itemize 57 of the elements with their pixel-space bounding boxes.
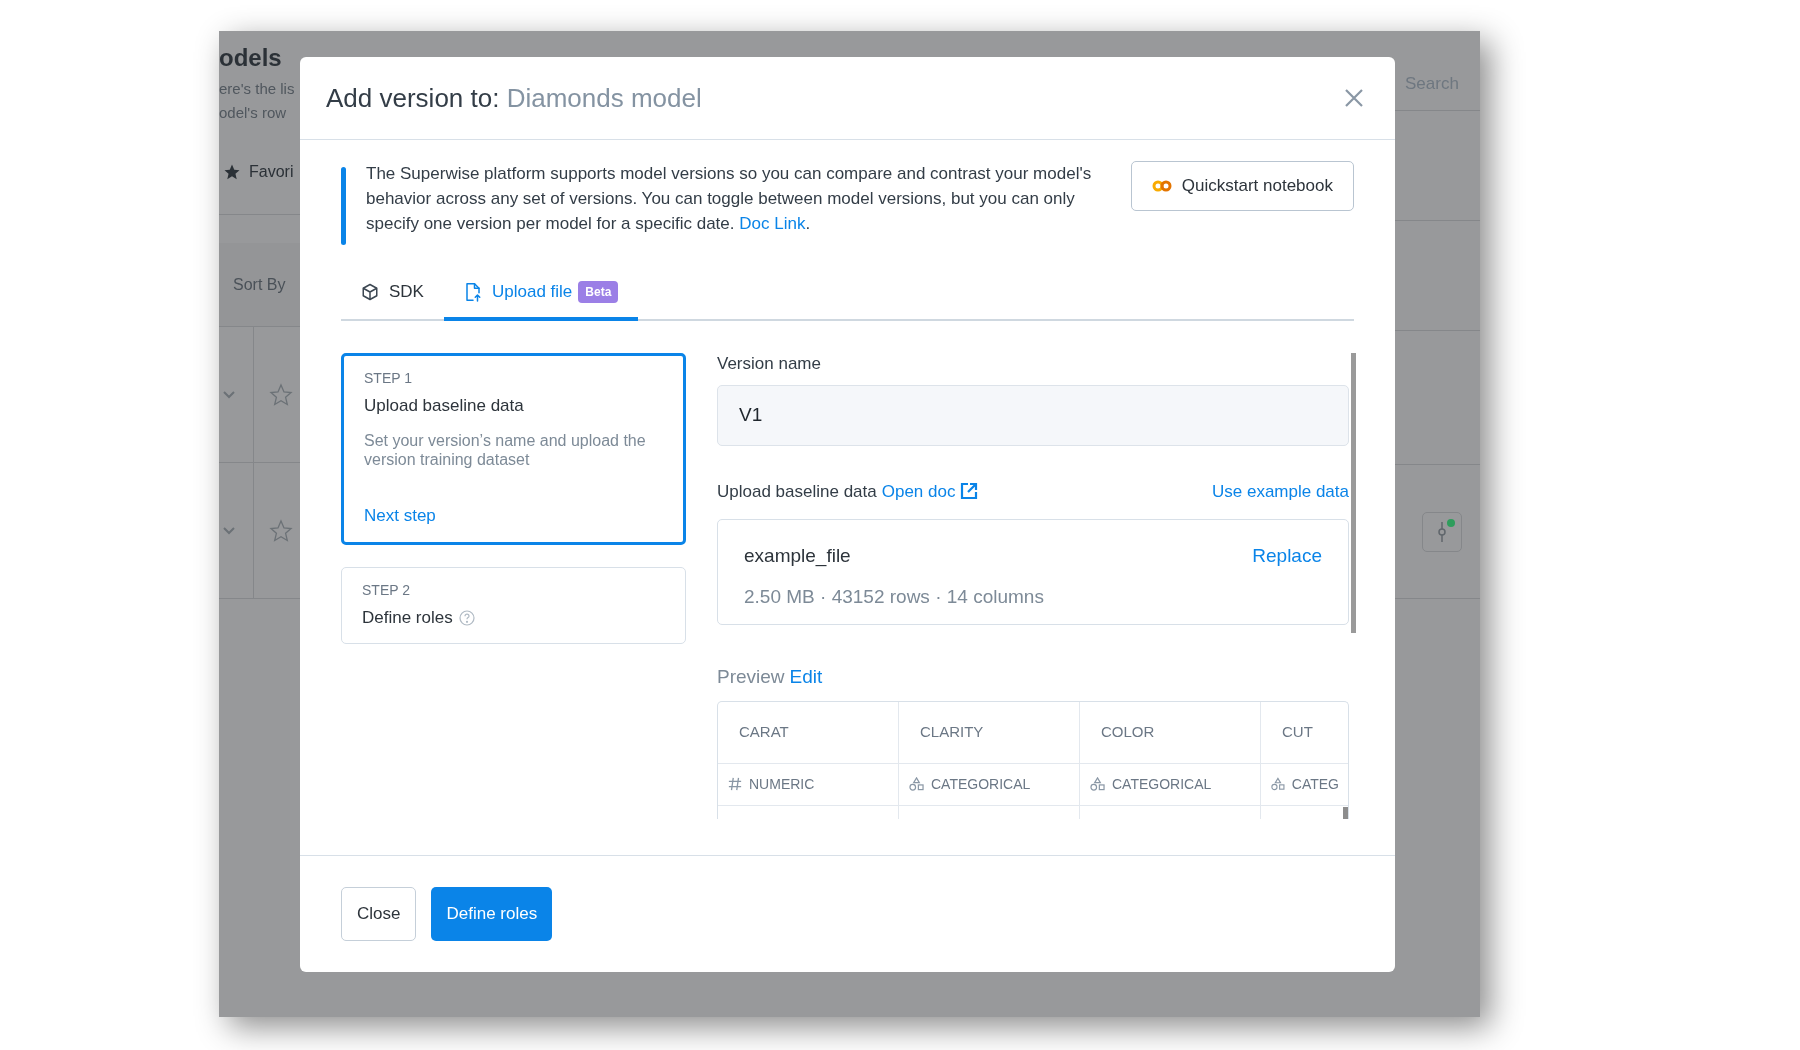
icon-button[interactable] (1422, 511, 1462, 552)
shapes-icon (1090, 777, 1105, 791)
step-description: Set your version’s name and upload the version training dataset (364, 430, 647, 469)
step-title: Upload baseline data (364, 395, 524, 417)
tab[interactable]: Upload file Beta (443, 267, 639, 321)
upload-label: Upload baseline data (717, 480, 877, 503)
external-link-icon (960, 482, 979, 501)
step-card[interactable]: STEP 2 Define roles (341, 567, 686, 644)
chevron-down-icon (222, 389, 236, 400)
step-title: Define roles (362, 607, 453, 629)
column-header: COLOR (1080, 701, 1260, 764)
shapes-icon (909, 777, 924, 791)
preview-label: Preview (717, 665, 785, 689)
tab[interactable]: SDK (341, 267, 444, 321)
star-outline-icon[interactable] (269, 518, 293, 543)
quickstart-notebook-button[interactable]: Quickstart notebook (1130, 161, 1354, 211)
commit-icon (1436, 519, 1448, 544)
star-icon (223, 163, 241, 181)
replace-link[interactable]: Replace (1252, 542, 1322, 571)
next-step-link[interactable]: Next step (364, 502, 663, 528)
page-title: odels (219, 43, 283, 73)
file-upload-icon (463, 282, 482, 302)
info-text: The Superwise platform supports model versions so you can compare and contrast your model's behavior across any set of versions. You can toggle between model versions, but you can only specify one version per model for a specific date. Doc Link. (366, 163, 1093, 235)
step-label: STEP 2 (362, 581, 411, 600)
file-meta: 2.50 MB · 43152 rows · 14 columns (744, 584, 1044, 609)
dialog-title: Add version to: Diamonds model (326, 81, 702, 115)
version-name-label: Version name (717, 353, 822, 375)
star-outline-icon[interactable] (269, 382, 293, 407)
version-name-field[interactable]: V1 (717, 384, 1349, 446)
column-header: CARAT (718, 701, 898, 764)
chevron-down-icon (222, 525, 236, 536)
close-icon[interactable] (1343, 87, 1365, 109)
page-description: ere's the lis (219, 79, 296, 99)
step-label: STEP 1 (364, 369, 413, 388)
file-name: example_file (744, 544, 852, 569)
column-type: CATEGORICAL (931, 774, 1031, 794)
edit-link[interactable]: Edit (789, 663, 823, 692)
column-header: CLARITY (899, 701, 1079, 764)
step-card[interactable]: STEP 1 Upload baseline data Set your version’s name and upload the version training dataset Next step (341, 353, 686, 545)
page-description: odel's row (219, 103, 288, 123)
use-example-data-link[interactable]: Use example data (1211, 478, 1349, 504)
close-button[interactable]: Close (341, 887, 417, 941)
table-scrollbar[interactable] (1343, 806, 1348, 819)
column-header: CUT (1261, 701, 1348, 764)
colab-logo-icon (1151, 180, 1172, 192)
panel-scrollbar[interactable] (1351, 353, 1356, 633)
favorites-filter[interactable]: Favori (249, 160, 294, 184)
hash-icon (728, 777, 742, 791)
define-roles-button[interactable]: Define roles (431, 887, 553, 941)
column-type: NUMERIC (749, 774, 815, 794)
doc-link[interactable]: Doc Link (739, 214, 806, 233)
column-type: CATEGORICAL (1112, 774, 1212, 794)
shapes-icon (1271, 777, 1285, 791)
open-doc-link[interactable]: Open doc (881, 478, 956, 504)
beta-badge: Beta (578, 281, 619, 303)
column-type: CATEG (1291, 774, 1339, 794)
cube-icon (361, 283, 379, 301)
